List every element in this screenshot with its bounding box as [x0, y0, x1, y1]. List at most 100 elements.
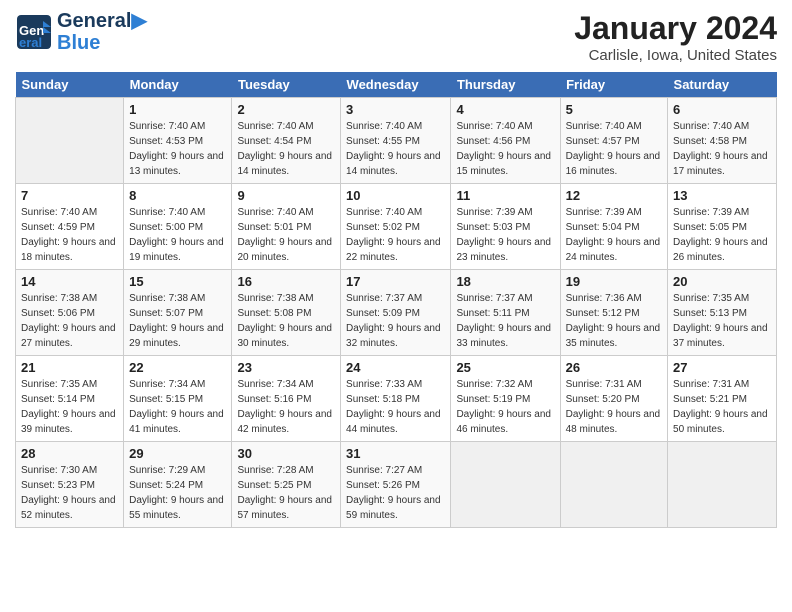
calendar-cell: 10 Sunrise: 7:40 AMSunset: 5:02 PMDayligh… — [341, 184, 451, 270]
day-number: 18 — [456, 274, 554, 289]
week-row-2: 14 Sunrise: 7:38 AMSunset: 5:06 PMDayligh… — [16, 270, 777, 356]
day-info: Sunrise: 7:39 AMSunset: 5:04 PMDaylight:… — [566, 205, 662, 265]
day-number: 7 — [21, 188, 118, 203]
calendar-cell: 31 Sunrise: 7:27 AMSunset: 5:26 PMDayligh… — [341, 442, 451, 528]
day-info: Sunrise: 7:38 AMSunset: 5:06 PMDaylight:… — [21, 291, 118, 351]
header-day-saturday: Saturday — [668, 72, 777, 98]
calendar-cell: 21Sunrise: 7:35 AMSunset: 5:14 PMDayligh… — [16, 356, 124, 442]
header: Gen eral General▶ Blue January 2024 Carl… — [15, 10, 777, 64]
day-info: Sunrise: 7:37 AMSunset: 5:09 PMDaylight:… — [346, 291, 445, 351]
day-number: 2 — [237, 102, 335, 117]
day-info: Sunrise: 7:30 AMSunset: 5:23 PMDaylight:… — [21, 463, 118, 523]
day-number: 31 — [346, 446, 445, 461]
day-info: Sunrise: 7:39 AMSunset: 5:05 PMDaylight:… — [673, 205, 771, 265]
calendar-cell: 4 Sunrise: 7:40 AMSunset: 4:56 PMDaylight… — [451, 98, 560, 184]
calendar-cell: 24 Sunrise: 7:33 AMSunset: 5:18 PMDayligh… — [341, 356, 451, 442]
header-day-sunday: Sunday — [16, 72, 124, 98]
logo-text-line2: Blue — [57, 32, 147, 54]
day-number: 9 — [237, 188, 335, 203]
header-day-thursday: Thursday — [451, 72, 560, 98]
calendar-cell: 15 Sunrise: 7:38 AMSunset: 5:07 PMDayligh… — [124, 270, 232, 356]
calendar-cell: 1Sunrise: 7:40 AMSunset: 4:53 PMDaylight… — [124, 98, 232, 184]
day-info: Sunrise: 7:40 AMSunset: 4:54 PMDaylight:… — [237, 119, 335, 179]
day-info: Sunrise: 7:28 AMSunset: 5:25 PMDaylight:… — [237, 463, 335, 523]
day-info: Sunrise: 7:39 AMSunset: 5:03 PMDaylight:… — [456, 205, 554, 265]
day-info: Sunrise: 7:32 AMSunset: 5:19 PMDaylight:… — [456, 377, 554, 437]
header-day-monday: Monday — [124, 72, 232, 98]
calendar-cell: 16Sunrise: 7:38 AMSunset: 5:08 PMDayligh… — [232, 270, 341, 356]
logo-text-line1: General▶ — [57, 10, 147, 32]
page-container: Gen eral General▶ Blue January 2024 Carl… — [0, 0, 792, 538]
calendar-cell — [560, 442, 667, 528]
day-info: Sunrise: 7:40 AMSunset: 4:58 PMDaylight:… — [673, 119, 771, 179]
week-row-3: 21Sunrise: 7:35 AMSunset: 5:14 PMDayligh… — [16, 356, 777, 442]
day-info: Sunrise: 7:37 AMSunset: 5:11 PMDaylight:… — [456, 291, 554, 351]
logo: Gen eral General▶ Blue — [15, 10, 147, 54]
day-number: 19 — [566, 274, 662, 289]
day-number: 5 — [566, 102, 662, 117]
day-info: Sunrise: 7:27 AMSunset: 5:26 PMDaylight:… — [346, 463, 445, 523]
day-info: Sunrise: 7:36 AMSunset: 5:12 PMDaylight:… — [566, 291, 662, 351]
location: Carlisle, Iowa, United States — [574, 47, 777, 64]
calendar-cell: 29 Sunrise: 7:29 AMSunset: 5:24 PMDayligh… — [124, 442, 232, 528]
day-number: 21 — [21, 360, 118, 375]
day-number: 30 — [237, 446, 335, 461]
day-info: Sunrise: 7:40 AMSunset: 4:56 PMDaylight:… — [456, 119, 554, 179]
day-number: 8 — [129, 188, 226, 203]
calendar-cell: 14 Sunrise: 7:38 AMSunset: 5:06 PMDayligh… — [16, 270, 124, 356]
week-row-4: 28 Sunrise: 7:30 AMSunset: 5:23 PMDayligh… — [16, 442, 777, 528]
day-number: 15 — [129, 274, 226, 289]
day-info: Sunrise: 7:35 AMSunset: 5:13 PMDaylight:… — [673, 291, 771, 351]
header-day-wednesday: Wednesday — [341, 72, 451, 98]
calendar-cell: 28 Sunrise: 7:30 AMSunset: 5:23 PMDayligh… — [16, 442, 124, 528]
day-number: 20 — [673, 274, 771, 289]
day-number: 4 — [456, 102, 554, 117]
calendar-cell: 19 Sunrise: 7:36 AMSunset: 5:12 PMDayligh… — [560, 270, 667, 356]
day-number: 27 — [673, 360, 771, 375]
day-number: 28 — [21, 446, 118, 461]
header-day-tuesday: Tuesday — [232, 72, 341, 98]
day-number: 10 — [346, 188, 445, 203]
day-info: Sunrise: 7:40 AMSunset: 4:59 PMDaylight:… — [21, 205, 118, 265]
calendar-cell: 26 Sunrise: 7:31 AMSunset: 5:20 PMDayligh… — [560, 356, 667, 442]
day-info: Sunrise: 7:40 AMSunset: 4:57 PMDaylight:… — [566, 119, 662, 179]
day-number: 25 — [456, 360, 554, 375]
calendar-cell: 7 Sunrise: 7:40 AMSunset: 4:59 PMDaylight… — [16, 184, 124, 270]
day-info: Sunrise: 7:38 AMSunset: 5:08 PMDaylight:… — [237, 291, 335, 351]
day-number: 29 — [129, 446, 226, 461]
day-number: 1 — [129, 102, 226, 117]
day-info: Sunrise: 7:40 AMSunset: 5:02 PMDaylight:… — [346, 205, 445, 265]
calendar-cell: 3Sunrise: 7:40 AMSunset: 4:55 PMDaylight… — [341, 98, 451, 184]
day-info: Sunrise: 7:31 AMSunset: 5:20 PMDaylight:… — [566, 377, 662, 437]
day-number: 17 — [346, 274, 445, 289]
calendar-table: SundayMondayTuesdayWednesdayThursdayFrid… — [15, 72, 777, 528]
day-number: 24 — [346, 360, 445, 375]
header-day-friday: Friday — [560, 72, 667, 98]
day-info: Sunrise: 7:34 AMSunset: 5:15 PMDaylight:… — [129, 377, 226, 437]
month-title: January 2024 — [574, 10, 777, 47]
calendar-cell — [668, 442, 777, 528]
calendar-cell: 9Sunrise: 7:40 AMSunset: 5:01 PMDaylight… — [232, 184, 341, 270]
calendar-cell: 6 Sunrise: 7:40 AMSunset: 4:58 PMDaylight… — [668, 98, 777, 184]
header-row: SundayMondayTuesdayWednesdayThursdayFrid… — [16, 72, 777, 98]
day-number: 3 — [346, 102, 445, 117]
day-number: 26 — [566, 360, 662, 375]
day-number: 23 — [237, 360, 335, 375]
calendar-cell: 11 Sunrise: 7:39 AMSunset: 5:03 PMDayligh… — [451, 184, 560, 270]
calendar-cell: 2 Sunrise: 7:40 AMSunset: 4:54 PMDaylight… — [232, 98, 341, 184]
title-block: January 2024 Carlisle, Iowa, United Stat… — [574, 10, 777, 64]
day-info: Sunrise: 7:29 AMSunset: 5:24 PMDaylight:… — [129, 463, 226, 523]
calendar-cell — [451, 442, 560, 528]
day-number: 6 — [673, 102, 771, 117]
day-number: 11 — [456, 188, 554, 203]
day-number: 14 — [21, 274, 118, 289]
calendar-cell — [16, 98, 124, 184]
calendar-cell: 27Sunrise: 7:31 AMSunset: 5:21 PMDayligh… — [668, 356, 777, 442]
calendar-cell: 17 Sunrise: 7:37 AMSunset: 5:09 PMDayligh… — [341, 270, 451, 356]
day-info: Sunrise: 7:38 AMSunset: 5:07 PMDaylight:… — [129, 291, 226, 351]
calendar-cell: 18 Sunrise: 7:37 AMSunset: 5:11 PMDayligh… — [451, 270, 560, 356]
calendar-cell: 13Sunrise: 7:39 AMSunset: 5:05 PMDayligh… — [668, 184, 777, 270]
day-info: Sunrise: 7:33 AMSunset: 5:18 PMDaylight:… — [346, 377, 445, 437]
svg-text:eral: eral — [19, 35, 42, 50]
calendar-cell: 23Sunrise: 7:34 AMSunset: 5:16 PMDayligh… — [232, 356, 341, 442]
